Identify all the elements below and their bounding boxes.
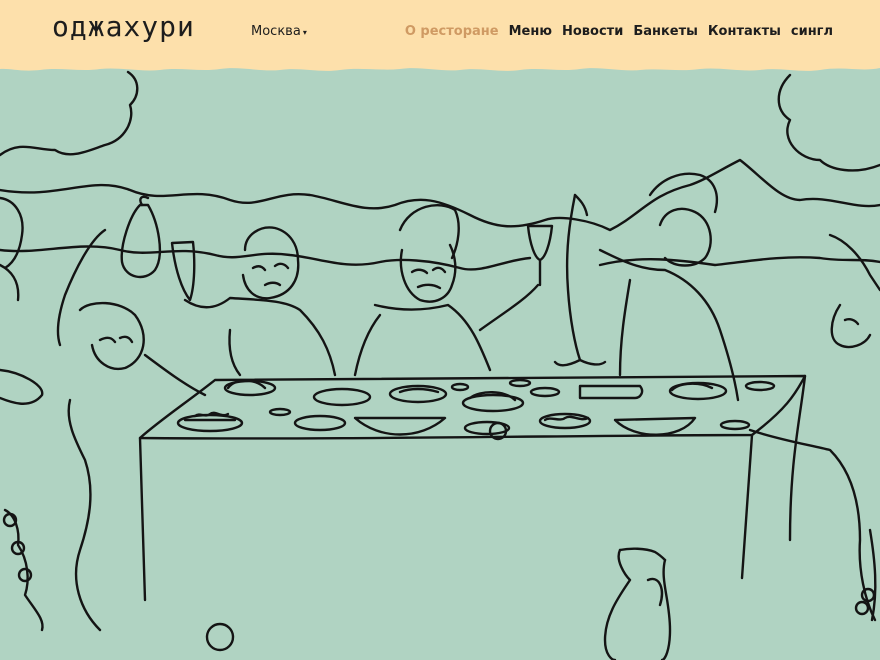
figure-right	[828, 233, 880, 349]
nav-link-about[interactable]: О ресторане	[405, 24, 499, 39]
city-label: Москва	[251, 24, 301, 39]
city-selector[interactable]: Москва ▾	[251, 24, 307, 39]
header-wavy-edge	[0, 58, 880, 71]
mountain-ridge-back	[0, 245, 532, 271]
tree-left	[0, 70, 139, 157]
nav-link-single[interactable]: сингл	[791, 24, 833, 39]
main-nav: О ресторане Меню Новости Банкеты Контакт…	[405, 24, 833, 39]
nav-link-menu[interactable]: Меню	[509, 24, 552, 39]
figure-boy	[78, 301, 145, 371]
figure-3	[241, 226, 300, 300]
nav-link-news[interactable]: Новости	[562, 24, 623, 39]
site-logo[interactable]: оджахури	[52, 10, 195, 43]
figure-5	[658, 207, 712, 267]
skewer-right	[868, 528, 877, 622]
feast-illustration	[0, 70, 880, 660]
table-front-right	[740, 433, 754, 580]
mountain-ridge-right	[598, 256, 880, 267]
tall-hat	[398, 203, 460, 260]
table-leg-right	[788, 374, 807, 542]
site-header: оджахури Москва ▾ О ресторане Меню Новос…	[0, 0, 880, 66]
chevron-down-icon: ▾	[302, 27, 307, 37]
nav-link-contacts[interactable]: Контакты	[708, 24, 781, 39]
nav-link-banquets[interactable]: Банкеты	[633, 24, 698, 39]
bottle	[120, 203, 162, 279]
wine-glass	[526, 224, 554, 262]
apple	[205, 622, 235, 652]
tree-right	[777, 73, 880, 172]
figure-left-edge	[0, 196, 24, 302]
table-front-left	[138, 436, 147, 602]
